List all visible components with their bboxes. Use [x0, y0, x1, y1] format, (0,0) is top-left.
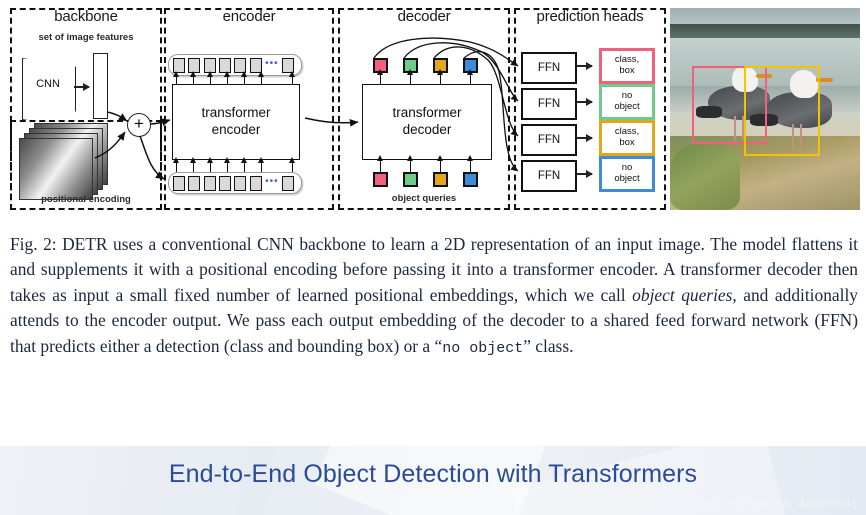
encoder-token: [203, 175, 216, 191]
decoder-output-link: [375, 69, 385, 84]
ffn-to-prediction-arrow: [576, 170, 593, 177]
ellipsis-icon: •••: [265, 57, 279, 69]
encoder-input-link: [239, 157, 249, 172]
object-query-link: [435, 155, 445, 172]
prediction-box: class, box: [599, 120, 655, 156]
encoder-token: [249, 175, 262, 191]
cnn-label: CNN: [36, 78, 60, 90]
transformer-encoder-line1: transformer: [201, 105, 271, 121]
encoder-token: [188, 175, 201, 191]
transformer-encoder-box: transformer encoder: [172, 84, 300, 160]
example-detection-photo: [670, 8, 860, 210]
panel-backbone-title: backbone: [54, 8, 118, 25]
bounding-box-right-gull: [744, 66, 820, 156]
caption-mono-no-object: no object: [442, 339, 524, 357]
encoder-input-link: [287, 157, 297, 172]
object-queries-label: object queries: [391, 193, 457, 204]
encoder-input-link: [222, 157, 232, 172]
photo-dark-band: [670, 24, 860, 38]
caption-part3: ” class.: [523, 335, 574, 356]
decoder-output-link: [405, 69, 415, 84]
decoder-output-link: [465, 69, 475, 84]
encoder-token: [281, 175, 294, 191]
encoder-input-link: [256, 157, 266, 172]
ffn-to-prediction-arrow: [576, 62, 593, 69]
object-query-link: [465, 155, 475, 172]
panel-encoder-title: encoder: [222, 8, 276, 25]
detr-architecture-figure: backbone set of image features CNN posit…: [0, 0, 866, 216]
prediction-box: no object: [599, 156, 655, 192]
image-features-vector: [93, 53, 108, 119]
encoder-token: [219, 175, 232, 191]
object-query-box: [373, 172, 388, 187]
cnn-to-features-arrow: [74, 83, 90, 90]
sum-operator-icon: +: [127, 113, 151, 137]
encoder-token: [173, 175, 185, 191]
object-query-link: [405, 155, 415, 172]
transformer-decoder-line1: transformer: [392, 105, 462, 121]
caption-prefix: Fig. 2:: [10, 234, 57, 254]
prediction-line2: object: [614, 101, 640, 112]
prediction-line2: box: [619, 65, 635, 76]
decoder-output-link: [435, 69, 445, 84]
encoder-token: [234, 175, 247, 191]
prediction-line2: box: [619, 137, 635, 148]
ffn-box: FFN: [521, 88, 577, 120]
object-query-box: [403, 172, 418, 187]
ffn-box: FFN: [521, 124, 577, 156]
photo-moss: [670, 144, 740, 210]
figure-caption: Fig. 2: DETR uses a conventional CNN bac…: [10, 232, 858, 361]
panel-prediction-heads-title: prediction heads: [536, 8, 644, 25]
transformer-decoder-box: transformer decoder: [362, 84, 492, 160]
encoder-input-tokens: •••: [168, 172, 302, 194]
positional-encoding-plane: [19, 138, 93, 200]
encoder-input-link: [205, 157, 215, 172]
transformer-encoder-line2: encoder: [211, 122, 261, 137]
ffn-to-prediction-arrow: [576, 98, 593, 105]
encoder-input-link: [188, 157, 198, 172]
set-of-image-features-label: set of image features: [38, 32, 134, 43]
object-query-box: [463, 172, 478, 187]
prediction-line2: object: [614, 173, 640, 184]
prediction-box: class, box: [599, 48, 655, 84]
prediction-box: no object: [599, 84, 655, 120]
caption-italic-object-queries: object queries: [632, 284, 733, 305]
object-query-box: [433, 172, 448, 187]
positional-encoding-label: positional encoding: [41, 194, 131, 205]
transformer-decoder-line2: decoder: [402, 122, 452, 137]
ffn-box: FFN: [521, 52, 577, 84]
ffn-box: FFN: [521, 160, 577, 192]
watermark-url: https://blog.csdn.net/weixin_44986601: [625, 496, 858, 511]
encoder-output-tokens: •••: [168, 54, 302, 76]
encoder-input-link: [171, 157, 181, 172]
photo-sky: [670, 8, 860, 24]
paper-title: End-to-End Object Detection with Transfo…: [168, 460, 698, 488]
ellipsis-icon: •••: [265, 175, 279, 187]
ffn-to-prediction-arrow: [576, 134, 593, 141]
bottom-title-bar: End-to-End Object Detection with Transfo…: [0, 446, 866, 515]
panel-decoder-title: decoder: [397, 8, 451, 25]
object-query-link: [375, 155, 385, 172]
